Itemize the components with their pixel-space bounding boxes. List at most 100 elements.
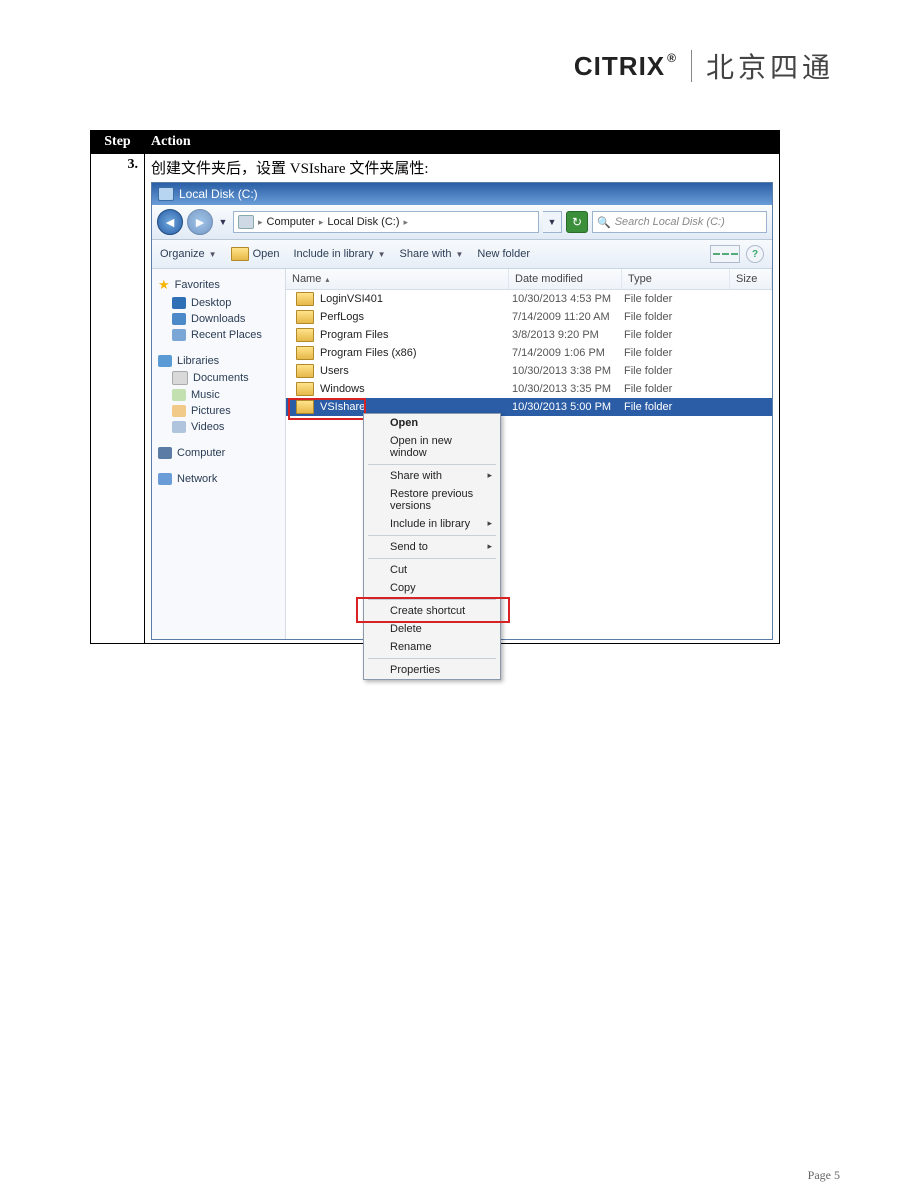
chevron-right-icon: ▸ xyxy=(258,217,263,228)
sidebar-item-network[interactable]: Network xyxy=(156,471,281,487)
refresh-button[interactable]: ↻ xyxy=(566,211,588,233)
breadcrumb-drive[interactable]: Local Disk (C:) xyxy=(327,216,399,228)
search-placeholder: Search Local Disk (C:) xyxy=(615,216,725,228)
step-number: 3. xyxy=(91,154,145,644)
context-menu: Open Open in new window Share with▸ Rest… xyxy=(363,413,501,680)
header-divider xyxy=(691,50,692,82)
menu-separator xyxy=(368,599,496,600)
sidebar-item-desktop[interactable]: Desktop xyxy=(156,295,281,311)
doc-header-logo: CITRIX® 北京四通 xyxy=(574,46,834,86)
steps-table: Step Action 3. 创建文件夹后，设置 VSIshare 文件夹属性:… xyxy=(90,130,780,644)
window-title: Local Disk (C:) xyxy=(179,187,258,201)
computer-icon xyxy=(158,447,172,459)
registered-mark: ® xyxy=(667,51,677,65)
action-cell: 创建文件夹后，设置 VSIshare 文件夹属性: Local Disk (C:… xyxy=(145,154,780,644)
downloads-icon xyxy=(172,313,186,325)
sidebar-item-recent[interactable]: Recent Places xyxy=(156,327,281,343)
address-dropdown[interactable]: ▼ xyxy=(543,211,562,233)
drive-icon xyxy=(238,215,254,229)
citrix-logo: CITRIX® xyxy=(574,51,677,82)
recent-icon xyxy=(172,329,186,341)
file-row[interactable]: Program Files 3/8/2013 9:20 PM File fold… xyxy=(286,326,772,344)
sidebar-item-pictures[interactable]: Pictures xyxy=(156,403,281,419)
menu-copy[interactable]: Copy xyxy=(364,579,500,597)
menu-rename[interactable]: Rename xyxy=(364,638,500,656)
star-icon: ★ xyxy=(158,277,170,293)
nav-history-dropdown[interactable]: ▼ xyxy=(217,213,229,231)
file-list-area: Name ▴ Date modified Type Size LoginVSI4… xyxy=(286,269,772,639)
back-button[interactable]: ◄ xyxy=(157,209,183,235)
menu-open[interactable]: Open xyxy=(364,414,500,432)
music-icon xyxy=(172,389,186,401)
citrix-logo-text: CITRIX xyxy=(574,51,665,82)
toolbar-share-with[interactable]: Share with ▼ xyxy=(400,248,464,260)
file-row[interactable]: LoginVSI401 10/30/2013 4:53 PM File fold… xyxy=(286,290,772,308)
file-row-selected[interactable]: VSIshare 10/30/2013 5:00 PM File folder xyxy=(286,398,772,416)
search-icon: 🔍 xyxy=(597,216,611,229)
videos-icon xyxy=(172,421,186,433)
toolbar-organize[interactable]: Organize ▼ xyxy=(160,248,217,260)
menu-open-new-window[interactable]: Open in new window xyxy=(364,432,500,462)
col-date[interactable]: Date modified xyxy=(509,269,622,289)
menu-properties[interactable]: Properties xyxy=(364,661,500,679)
address-bar[interactable]: ▸ Computer ▸ Local Disk (C:) ▸ xyxy=(233,211,539,233)
menu-share-with[interactable]: Share with▸ xyxy=(364,467,500,485)
search-input[interactable]: 🔍 Search Local Disk (C:) xyxy=(592,211,767,233)
sort-asc-icon: ▴ xyxy=(325,275,329,284)
col-step: Step xyxy=(91,131,145,154)
folder-icon xyxy=(296,292,314,306)
folder-open-icon xyxy=(231,247,249,261)
documents-icon xyxy=(172,371,188,385)
folder-icon xyxy=(296,382,314,396)
menu-include-library[interactable]: Include in library▸ xyxy=(364,515,500,533)
sidebar-item-downloads[interactable]: Downloads xyxy=(156,311,281,327)
navbar: ◄ ► ▼ ▸ Computer ▸ Local Disk (C:) ▸ xyxy=(152,205,772,240)
menu-separator xyxy=(368,535,496,536)
sidebar-item-music[interactable]: Music xyxy=(156,387,281,403)
toolbar-include-library[interactable]: Include in library ▼ xyxy=(293,248,385,260)
sidebar-favorites[interactable]: ★Favorites xyxy=(156,275,281,295)
chevron-right-icon: ▸ xyxy=(403,217,408,228)
nav-sidebar: ★Favorites Desktop Downloads Recent Plac… xyxy=(152,269,286,639)
help-button[interactable]: ? xyxy=(746,245,764,263)
chevron-down-icon: ▼ xyxy=(378,250,386,259)
menu-restore-versions[interactable]: Restore previous versions xyxy=(364,485,500,515)
forward-button[interactable]: ► xyxy=(187,209,213,235)
file-row[interactable]: Windows 10/30/2013 3:35 PM File folder xyxy=(286,380,772,398)
toolbar: Organize ▼ Open Include in library ▼ Sha… xyxy=(152,240,772,269)
folder-icon xyxy=(296,310,314,324)
menu-delete[interactable]: Delete xyxy=(364,620,500,638)
menu-separator xyxy=(368,658,496,659)
cn-company-name: 北京四通 xyxy=(706,46,834,86)
sidebar-libraries[interactable]: Libraries xyxy=(156,353,281,369)
menu-cut[interactable]: Cut xyxy=(364,561,500,579)
folder-icon xyxy=(296,400,314,414)
folder-icon xyxy=(296,364,314,378)
column-headers[interactable]: Name ▴ Date modified Type Size xyxy=(286,269,772,290)
view-options-button[interactable] xyxy=(710,245,740,263)
col-type[interactable]: Type xyxy=(622,269,730,289)
chevron-down-icon: ▼ xyxy=(209,250,217,259)
sidebar-item-computer[interactable]: Computer xyxy=(156,445,281,461)
desktop-icon xyxy=(172,297,186,309)
submenu-arrow-icon: ▸ xyxy=(487,518,492,529)
drive-icon xyxy=(158,187,174,201)
file-row[interactable]: PerfLogs 7/14/2009 11:20 AM File folder xyxy=(286,308,772,326)
toolbar-new-folder[interactable]: New folder xyxy=(477,248,530,260)
menu-create-shortcut[interactable]: Create shortcut xyxy=(364,602,500,620)
col-name[interactable]: Name ▴ xyxy=(286,269,509,289)
sidebar-item-documents[interactable]: Documents xyxy=(156,369,281,387)
sidebar-item-videos[interactable]: Videos xyxy=(156,419,281,435)
toolbar-open[interactable]: Open xyxy=(231,247,280,261)
breadcrumb-computer[interactable]: Computer xyxy=(267,216,315,228)
page-number: Page 5 xyxy=(808,1168,840,1183)
menu-send-to[interactable]: Send to▸ xyxy=(364,538,500,556)
folder-icon xyxy=(296,328,314,342)
col-size[interactable]: Size xyxy=(730,269,772,289)
file-row[interactable]: Users 10/30/2013 3:38 PM File folder xyxy=(286,362,772,380)
chevron-right-icon: ▸ xyxy=(319,217,324,228)
libraries-icon xyxy=(158,355,172,367)
window-titlebar[interactable]: Local Disk (C:) xyxy=(152,183,772,205)
file-row[interactable]: Program Files (x86) 7/14/2009 1:06 PM Fi… xyxy=(286,344,772,362)
pictures-icon xyxy=(172,405,186,417)
